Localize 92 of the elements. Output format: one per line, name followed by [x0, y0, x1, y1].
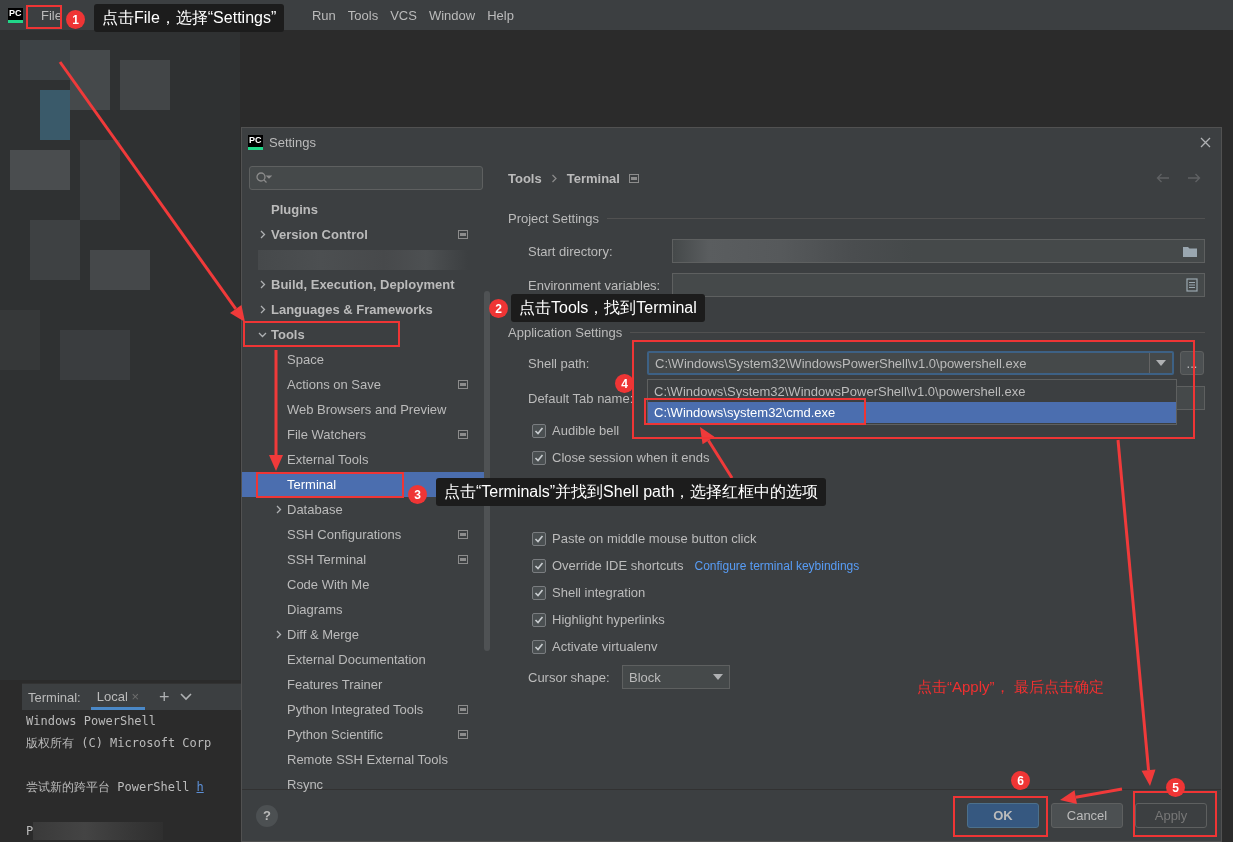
app-logo: PC [8, 7, 23, 23]
input-field[interactable] [672, 273, 1205, 297]
terminal-line: 尝试新的跨平台 PowerShell [26, 779, 190, 796]
tree-item[interactable]: Remote SSH External Tools [242, 747, 484, 772]
tree-item[interactable]: Features Trainer [242, 672, 484, 697]
checkbox-label: Override IDE shortcuts [552, 558, 684, 573]
checkbox[interactable] [532, 423, 546, 438]
terminal-tab[interactable]: Local × [90, 684, 146, 710]
checkbox-label: Paste on middle mouse button click [552, 531, 757, 546]
checkbox-label: Close session when it ends [552, 450, 710, 465]
project-icon [628, 173, 639, 183]
chevron-icon[interactable] [274, 505, 283, 514]
shell-path-dropdown[interactable]: C:\Windows\System32\WindowsPowerShell\v1.0\powershell.exe [647, 351, 1174, 375]
tree-item[interactable]: Space [242, 347, 484, 372]
close-icon[interactable] [1200, 136, 1211, 148]
field-label: Start directory: [528, 243, 614, 259]
section-title: Application Settings [508, 324, 623, 340]
checkbox-label: Shell integration [552, 585, 646, 600]
terminal-link[interactable]: h [196, 776, 204, 798]
help-button[interactable]: ? [256, 804, 278, 827]
highlight-frame [26, 5, 62, 29]
cancel-button[interactable]: Cancel [1051, 803, 1123, 828]
chevron-icon[interactable] [179, 693, 192, 701]
tree-item[interactable]: Code With Me [242, 572, 484, 597]
menu-item[interactable]: Tools [341, 7, 385, 23]
chevron-icon [550, 173, 558, 183]
checkbox-label: Activate virtualenv [552, 639, 658, 654]
callout: 点击“Terminals”并找到Shell path，选择红框中的选项 [436, 478, 827, 506]
tree-item[interactable]: Plugins [242, 197, 484, 222]
caret-icon [1156, 360, 1166, 366]
checkbox[interactable] [532, 450, 546, 465]
chevron-icon[interactable] [274, 630, 283, 639]
tree-item[interactable]: Build, Execution, Deployment [242, 272, 484, 297]
folder-icon[interactable] [1182, 244, 1198, 258]
browse-button[interactable]: ... [1180, 351, 1204, 375]
cursor-shape-dropdown[interactable]: Block [622, 665, 730, 689]
instruction-note: 点击“Apply”， 最后点击确定 [917, 678, 1104, 697]
window-title: Settings [269, 134, 316, 150]
callout: 点击Tools，找到Terminal [511, 294, 705, 322]
add-tab-button[interactable]: + [159, 686, 170, 708]
terminal-line: 版权所有 (C) Microsoft Corp [26, 735, 212, 752]
tree-item[interactable]: SSH Terminal [242, 547, 484, 572]
tree-item[interactable]: Python Integrated Tools [242, 697, 484, 722]
breadcrumb[interactable]: Tools [508, 170, 542, 186]
checkbox[interactable] [532, 612, 546, 627]
tree-item[interactable]: File Watchers [242, 422, 484, 447]
terminal-line: P [26, 823, 34, 840]
checkbox[interactable] [532, 531, 546, 546]
tree-item[interactable]: Rsync [242, 772, 484, 797]
menu-item[interactable]: Help [481, 7, 520, 23]
field-label: Environment variables: [528, 277, 662, 293]
section-title: Project Settings [508, 210, 600, 226]
tree-item[interactable]: Diff & Merge [242, 622, 484, 647]
tree-item[interactable]: External Tools [242, 447, 484, 472]
caret-icon [713, 674, 723, 680]
breadcrumb: Terminal [566, 170, 620, 186]
dropdown-option[interactable]: C:\Windows\System32\WindowsPowerShell\v1.0\powershell.exe [648, 381, 1176, 402]
callout: 点击File，选择“Settings” [94, 4, 285, 32]
menu-item[interactable]: Window [422, 7, 482, 23]
checkbox-label: Audible bell [552, 423, 620, 438]
field-label: Default Tab name: [528, 390, 635, 406]
search-field[interactable] [249, 166, 483, 190]
tree-item[interactable]: SSH Configurations [242, 522, 484, 547]
terminal-line: Windows PowerShell [26, 713, 157, 730]
checkbox[interactable] [532, 585, 546, 600]
tree-item[interactable]: Diagrams [242, 597, 484, 622]
chevron-icon[interactable] [258, 330, 267, 339]
ok-button[interactable]: OK [967, 803, 1039, 828]
tree-item[interactable]: Version Control [242, 222, 484, 247]
chevron-icon[interactable] [258, 280, 267, 289]
document-icon[interactable] [1186, 278, 1198, 292]
menu-item[interactable]: Run [305, 7, 342, 23]
tree-item[interactable]: Languages & Frameworks [242, 297, 484, 322]
app-logo: PC [248, 134, 263, 150]
search-icon [256, 172, 272, 184]
menu-item[interactable]: VCS [384, 7, 423, 23]
chevron-icon[interactable] [258, 230, 267, 239]
checkbox[interactable] [532, 639, 546, 654]
tree-item[interactable]: Web Browsers and Preview [242, 397, 484, 422]
checkbox[interactable] [532, 558, 546, 573]
terminal-title: Terminal: [28, 689, 81, 705]
tree-item[interactable]: Actions on Save [242, 372, 484, 397]
tree-item[interactable]: Python Scientific [242, 722, 484, 747]
tree-item[interactable]: Tools [242, 322, 484, 347]
field-label: Cursor shape: [528, 669, 611, 685]
dropdown-option[interactable]: C:\Windows\system32\cmd.exe [648, 402, 1176, 423]
checkbox-label: Highlight hyperlinks [552, 612, 665, 627]
input-field[interactable] [672, 239, 1205, 263]
tree-item[interactable]: External Documentation [242, 647, 484, 672]
link[interactable]: Configure terminal keybindings [694, 558, 860, 573]
field-label: Shell path: [528, 355, 591, 371]
chevron-icon[interactable] [258, 305, 267, 314]
